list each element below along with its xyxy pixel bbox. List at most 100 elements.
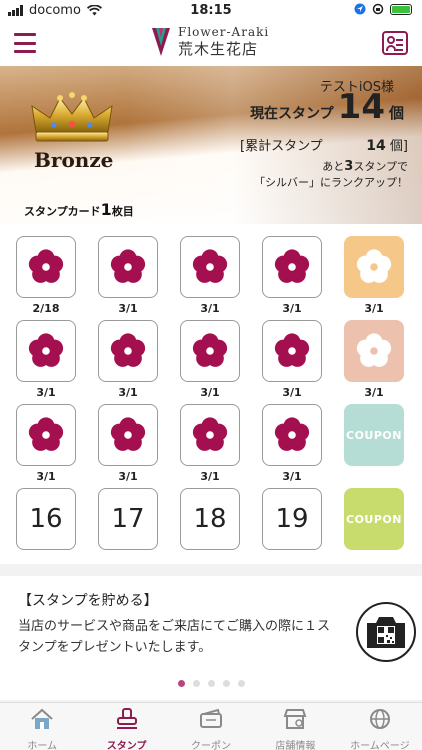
qr-camera-icon[interactable] (356, 602, 416, 662)
current-stamps-unit: 個 (388, 104, 404, 122)
info-title: 【スタンプを貯める】 (18, 593, 158, 609)
coupon-icon (198, 707, 224, 735)
stamp-cell[interactable] (180, 320, 240, 382)
flower-stamp-icon (28, 333, 64, 367)
empty-stamp-cell[interactable]: 19 (262, 488, 322, 550)
stamp-cell[interactable] (98, 236, 158, 298)
stamp-cell[interactable] (16, 236, 76, 298)
stamp-date: 3/1 (200, 302, 220, 315)
member-card-icon[interactable] (382, 31, 408, 55)
stamp-date: 2/18 (32, 302, 60, 315)
reward-cell[interactable] (344, 320, 404, 382)
rank-up-message: あと3スタンプで (322, 158, 408, 174)
hamburger-menu-icon[interactable] (14, 33, 36, 53)
reward-cell[interactable] (344, 236, 404, 298)
stamp-slot-number: 19 (275, 504, 309, 534)
page-dot[interactable] (222, 680, 230, 687)
brand-logo: Flower-Araki 荒木生花店 (150, 24, 269, 58)
page-indicator[interactable] (0, 680, 422, 687)
empty-stamp-cell[interactable]: 16 (16, 488, 76, 550)
coupon-reward-cell[interactable]: COUPON (344, 404, 404, 466)
bottom-tab-bar: ホーム スタンプ クーポン 店舗情報 ホームページ (0, 702, 422, 750)
app-header: Flower-Araki 荒木生花店 (0, 22, 422, 66)
flower-logo-icon (152, 28, 170, 56)
tab-label: クーポン (191, 741, 232, 750)
flower-stamp-icon (28, 249, 64, 283)
flower-stamp-icon (110, 249, 146, 283)
flower-stamp-icon (28, 417, 64, 451)
cumulative-stamps: [累計スタンプ 14 個] (240, 134, 408, 154)
stamp-cell[interactable] (98, 404, 158, 466)
stamp-cell[interactable] (262, 236, 322, 298)
flower-stamp-icon (192, 333, 228, 367)
page-dot[interactable] (177, 680, 185, 687)
tab-label: ホームページ (350, 741, 410, 750)
card-count-label: スタンプカード (24, 205, 101, 218)
stamp-cell[interactable] (180, 404, 240, 466)
cumulative-value: 14 (366, 137, 386, 154)
current-stamps-value: 14 (337, 87, 385, 127)
tab-stamp[interactable]: スタンプ (84, 703, 168, 750)
battery-icon (390, 3, 412, 15)
location-icon (354, 3, 366, 15)
rank-up-pre: あと (322, 160, 345, 173)
stamp-date: 3/1 (282, 470, 302, 483)
flower-stamp-icon (274, 417, 310, 451)
coupon-label: COUPON (346, 512, 402, 526)
tab-globe[interactable]: ホームページ (338, 703, 422, 750)
stamp-slot-number: 17 (111, 504, 145, 534)
rank-label: Bronze (34, 148, 114, 172)
rotation-lock-icon (372, 3, 384, 15)
stamp-date: 3/1 (36, 470, 56, 483)
page-dot[interactable] (237, 680, 245, 687)
empty-stamp-cell[interactable]: 17 (98, 488, 158, 550)
info-panel: 【スタンプを貯める】 当店のサービスや商品をご来店にてご購入の際に１スタンプをプ… (0, 576, 422, 700)
brand-name-ja: 荒木生花店 (178, 39, 259, 58)
stamp-cell[interactable] (262, 320, 322, 382)
current-stamps-label: 現在スタンプ (250, 106, 334, 122)
cumulative-label: [累計スタンプ (240, 138, 323, 154)
stamp-cell[interactable] (180, 236, 240, 298)
reward-flower-icon (356, 333, 392, 367)
info-body: 当店のサービスや商品をご来店にてご購入の際に１スタンプをプレゼントいたします。 (18, 619, 331, 655)
stamp-cell[interactable] (262, 404, 322, 466)
coupon-reward-cell[interactable]: COUPON (344, 488, 404, 550)
stamp-date: 3/1 (118, 386, 138, 399)
tab-label: スタンプ (106, 741, 147, 750)
crown-icon (31, 92, 113, 142)
stamp-date: 3/1 (282, 386, 302, 399)
stamp-date: 3/1 (364, 302, 384, 315)
stamp-date: 3/1 (200, 386, 220, 399)
stamp-date: 3/1 (118, 470, 138, 483)
stamp-cell[interactable] (16, 320, 76, 382)
stamp-cell[interactable] (16, 404, 76, 466)
tab-coupon[interactable]: クーポン (169, 703, 253, 750)
reward-flower-icon (356, 249, 392, 283)
stamp-date: 3/1 (118, 302, 138, 315)
cumulative-unit: 個] (389, 138, 408, 154)
rank-up-remaining: 3 (344, 159, 354, 174)
page-dot[interactable] (192, 680, 200, 687)
tab-store[interactable]: 店舗情報 (253, 703, 337, 750)
flower-stamp-icon (274, 249, 310, 283)
home-icon (29, 707, 55, 735)
current-stamps: 現在スタンプ 14 個 (250, 90, 404, 124)
page-dot[interactable] (207, 680, 215, 687)
stamp-card-grid: 2/18 3/1 3/1 3/1 3/1 3/1 3/1 3/1 3/1 3/1 3/1 3/1 3/1… (0, 224, 422, 564)
flower-stamp-icon (192, 249, 228, 283)
empty-stamp-cell[interactable]: 18 (180, 488, 240, 550)
coupon-label: COUPON (346, 428, 402, 442)
stamp-card-count: スタンプカード1枚目 (24, 200, 134, 219)
stamp-date: 3/1 (36, 386, 56, 399)
camera-qr-glyph (367, 617, 405, 648)
flower-stamp-icon (274, 333, 310, 367)
tab-label: ホーム (27, 741, 58, 750)
globe-icon (367, 707, 393, 735)
store-icon (282, 707, 308, 735)
stamp-date: 3/1 (200, 470, 220, 483)
stamp-date: 3/1 (282, 302, 302, 315)
flower-stamp-icon (192, 417, 228, 451)
stamp-icon (114, 707, 140, 735)
tab-home[interactable]: ホーム (0, 703, 84, 750)
stamp-cell[interactable] (98, 320, 158, 382)
